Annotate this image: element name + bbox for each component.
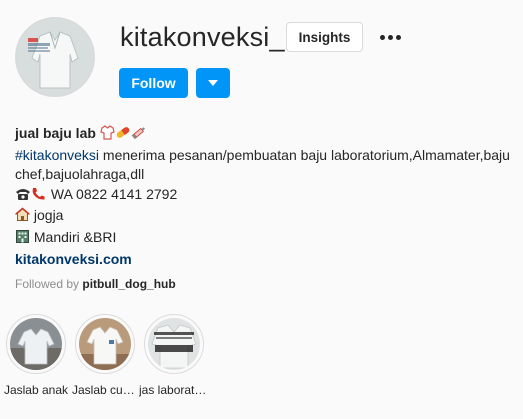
suggested-accounts-dropdown-button[interactable] (196, 68, 230, 98)
followed-by-prefix: Followed by (15, 277, 83, 291)
highlight-label: jas laboratorium (139, 383, 209, 397)
profile-username: kitakonveksi_ (120, 22, 285, 52)
telephone-icon (15, 187, 31, 207)
profile-full-name: jual baju lab (15, 125, 96, 141)
website-link[interactable]: kitakonveksi.com (15, 251, 132, 267)
followed-by-text: Followed by pitbull_dog_hub (15, 277, 176, 291)
highlight-label: Jaslab custom (72, 383, 138, 397)
house-icon (14, 207, 31, 228)
more-dots-icon (379, 34, 385, 40)
phone-receiver-icon (31, 187, 47, 207)
highlight-cover-image (10, 318, 62, 370)
highlight-cover-image (79, 318, 131, 370)
highlight-ring (144, 314, 204, 374)
highlight-cover-image (148, 318, 200, 370)
highlight-item[interactable]: Jaslab custom (72, 314, 138, 397)
follow-button[interactable]: Follow (119, 68, 188, 98)
highlight-ring (6, 314, 66, 374)
highlight-label: Jaslab anak (3, 383, 69, 397)
lab-coat-avatar-image (16, 18, 94, 96)
highlight-ring (75, 314, 135, 374)
bank-building-icon (15, 229, 30, 250)
hashtag-link[interactable]: #kitakonveksi (15, 147, 99, 163)
profile-bio: jual baju lab #kitakonveksi menerima pes… (14, 124, 515, 269)
insights-button[interactable]: Insights (286, 22, 363, 52)
more-options-button[interactable] (377, 24, 403, 50)
syringe-icon (131, 125, 147, 146)
chef-coat-icon (100, 125, 115, 146)
bio-bank: Mandiri &BRI (33, 228, 117, 245)
bio-phone: WA 0822 4141 2792 (50, 185, 178, 202)
profile-avatar[interactable] (15, 17, 95, 97)
bio-location: jogja (33, 207, 64, 224)
bio-description-line1: menerima pesanan/pembuatan baju laborato… (99, 146, 510, 163)
highlight-item[interactable]: jas laboratorium (139, 314, 209, 397)
chevron-down-icon (208, 80, 218, 86)
pill-icon (115, 125, 131, 146)
highlight-item[interactable]: Jaslab anak (3, 314, 69, 397)
followed-by-user-link[interactable]: pitbull_dog_hub (82, 277, 175, 291)
bio-description-line2: chef,bajuolahraga,dll (15, 166, 145, 183)
